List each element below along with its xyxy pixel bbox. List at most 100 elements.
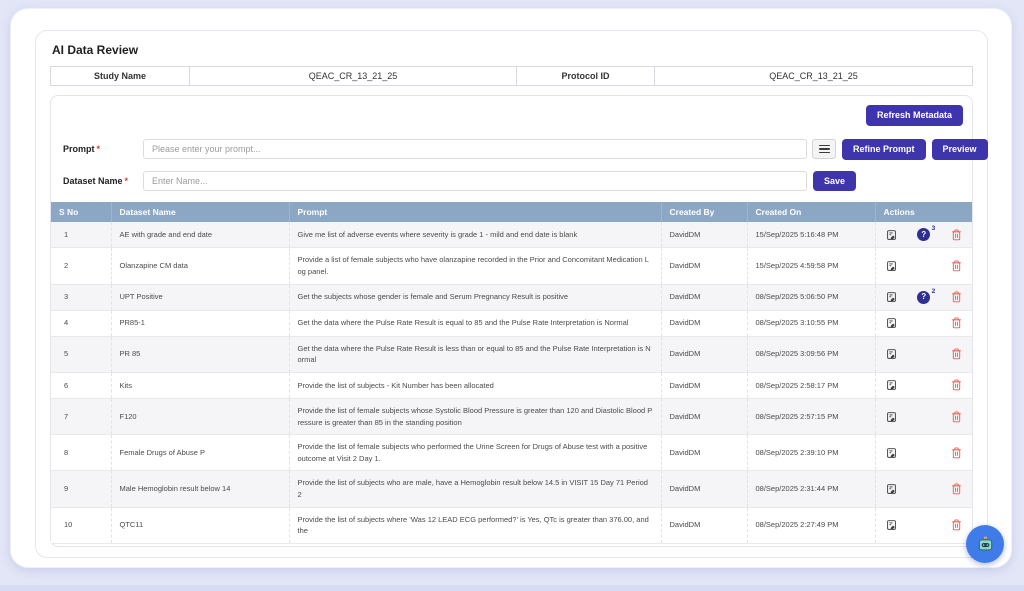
- dataset-name-row: Dataset Name* Save: [63, 171, 962, 192]
- created-by-cell: DavidDM: [661, 398, 747, 434]
- table-row: 2 Olanzapine CM data Provide a list of f…: [51, 248, 972, 284]
- actions-cell: ?: [875, 372, 972, 398]
- prompt-cell: Get the data where the Pulse Rate Result…: [289, 310, 661, 336]
- dataset-name-cell: PR 85: [111, 336, 289, 372]
- chatbot-fab-button[interactable]: [966, 525, 1004, 563]
- dataset-name-cell: Kits: [111, 372, 289, 398]
- query-count: 2: [932, 287, 936, 297]
- view-form-icon[interactable]: [886, 483, 897, 495]
- created-on-cell: 08/Sep/2025 2:57:15 PM: [747, 398, 875, 434]
- created-on-cell: 08/Sep/2025 2:58:17 PM: [747, 372, 875, 398]
- dataset-name-label: Dataset Name*: [63, 176, 143, 186]
- prompt-cell: Get the data where the Pulse Rate Result…: [289, 336, 661, 372]
- sno-cell: 1: [51, 222, 111, 248]
- created-on-cell: 15/Sep/2025 5:16:48 PM: [747, 222, 875, 248]
- table-row: 3 UPT Positive Get the subjects whose ge…: [51, 284, 972, 310]
- preview-button[interactable]: Preview: [932, 139, 988, 160]
- col-header-created-by: Created By: [661, 202, 747, 222]
- view-form-icon[interactable]: [886, 348, 897, 360]
- col-header-prompt: Prompt: [289, 202, 661, 222]
- ai-data-review-card: AI Data Review Study Name QEAC_CR_13_21_…: [35, 30, 988, 558]
- col-header-sno: S No: [51, 202, 111, 222]
- table-row: 5 PR 85 Get the data where the Pulse Rat…: [51, 336, 972, 372]
- view-form-icon[interactable]: [886, 317, 897, 329]
- prompt-row: Prompt* Refine Prompt Preview: [63, 139, 962, 160]
- required-asterisk: *: [125, 176, 129, 186]
- prompt-cell: Provide the list of female subjects who …: [289, 435, 661, 471]
- created-on-cell: 08/Sep/2025 2:27:49 PM: [747, 507, 875, 543]
- view-form-icon[interactable]: [886, 519, 897, 531]
- sno-cell: 5: [51, 336, 111, 372]
- created-by-cell: DavidDM: [661, 222, 747, 248]
- prompt-cell: Provide the list of female subjects whos…: [289, 398, 661, 434]
- view-form-icon[interactable]: [886, 447, 897, 459]
- view-form-icon[interactable]: [886, 291, 897, 303]
- delete-icon[interactable]: [951, 229, 962, 241]
- created-by-cell: DavidDM: [661, 372, 747, 398]
- question-icon: ?: [917, 291, 930, 304]
- sno-cell: 7: [51, 398, 111, 434]
- study-name-label: Study Name: [50, 66, 190, 86]
- created-by-cell: DavidDM: [661, 435, 747, 471]
- prompt-label: Prompt*: [63, 144, 143, 154]
- query-count-badge[interactable]: ? 3: [917, 228, 930, 241]
- delete-icon[interactable]: [951, 447, 962, 459]
- table-header-row: S No Dataset Name Prompt Created By Crea…: [51, 202, 972, 222]
- table-row: 9 Male Hemoglobin result below 14 Provid…: [51, 471, 972, 507]
- query-count: 3: [932, 224, 936, 234]
- protocol-id-value: QEAC_CR_13_21_25: [654, 66, 973, 86]
- save-button[interactable]: Save: [813, 171, 856, 192]
- datasets-table: S No Dataset Name Prompt Created By Crea…: [51, 202, 972, 544]
- sno-cell: 3: [51, 284, 111, 310]
- delete-icon[interactable]: [951, 519, 962, 531]
- delete-icon[interactable]: [951, 291, 962, 303]
- dataset-name-input[interactable]: [143, 171, 807, 191]
- col-header-actions: Actions: [875, 202, 972, 222]
- prompt-cell: Give me list of adverse events where sev…: [289, 222, 661, 248]
- prompt-form: Prompt* Refine Prompt Preview Dataset Na…: [51, 126, 972, 192]
- created-on-cell: 08/Sep/2025 2:39:10 PM: [747, 435, 875, 471]
- table-row: 4 PR85-1 Get the data where the Pulse Ra…: [51, 310, 972, 336]
- view-form-icon[interactable]: [886, 411, 897, 423]
- prompt-options-menu-button[interactable]: [812, 139, 836, 159]
- query-count-badge[interactable]: ? 2: [917, 291, 930, 304]
- delete-icon[interactable]: [951, 379, 962, 391]
- sno-cell: 9: [51, 471, 111, 507]
- table-row: 10 QTC11 Provide the list of subjects wh…: [51, 507, 972, 543]
- prompt-section: Refresh Metadata Prompt* Refine Prompt P…: [50, 95, 973, 547]
- delete-icon[interactable]: [951, 260, 962, 272]
- refresh-metadata-button[interactable]: Refresh Metadata: [866, 105, 963, 126]
- view-form-icon[interactable]: [886, 379, 897, 391]
- table-row: 1 AE with grade and end date Give me lis…: [51, 222, 972, 248]
- dataset-name-cell: AE with grade and end date: [111, 222, 289, 248]
- delete-icon[interactable]: [951, 317, 962, 329]
- hamburger-icon: [819, 145, 830, 147]
- dataset-name-cell: QTC11: [111, 507, 289, 543]
- prompt-input[interactable]: [143, 139, 807, 159]
- table-row: 8 Female Drugs of Abuse P Provide the li…: [51, 435, 972, 471]
- delete-icon[interactable]: [951, 483, 962, 495]
- dataset-name-cell: UPT Positive: [111, 284, 289, 310]
- prompt-cell: Provide the list of subjects where ‘Was …: [289, 507, 661, 543]
- page-title: AI Data Review: [52, 43, 979, 57]
- actions-cell: ?: [875, 248, 972, 284]
- actions-cell: ?: [875, 435, 972, 471]
- actions-cell: ?: [875, 336, 972, 372]
- col-header-created-on: Created On: [747, 202, 875, 222]
- view-form-icon[interactable]: [886, 229, 897, 241]
- sno-cell: 8: [51, 435, 111, 471]
- created-on-cell: 08/Sep/2025 2:31:44 PM: [747, 471, 875, 507]
- dataset-name-cell: Olanzapine CM data: [111, 248, 289, 284]
- created-on-cell: 08/Sep/2025 5:06:50 PM: [747, 284, 875, 310]
- dataset-name-cell: F120: [111, 398, 289, 434]
- prompt-cell: Provide the list of subjects - Kit Numbe…: [289, 372, 661, 398]
- view-form-icon[interactable]: [886, 260, 897, 272]
- actions-cell: ? 3: [875, 222, 972, 248]
- created-on-cell: 08/Sep/2025 3:09:56 PM: [747, 336, 875, 372]
- table-body: 1 AE with grade and end date Give me lis…: [51, 222, 972, 543]
- dataset-name-cell: PR85-1: [111, 310, 289, 336]
- refine-prompt-button[interactable]: Refine Prompt: [842, 139, 926, 160]
- delete-icon[interactable]: [951, 348, 962, 360]
- col-header-dataset-name: Dataset Name: [111, 202, 289, 222]
- delete-icon[interactable]: [951, 411, 962, 423]
